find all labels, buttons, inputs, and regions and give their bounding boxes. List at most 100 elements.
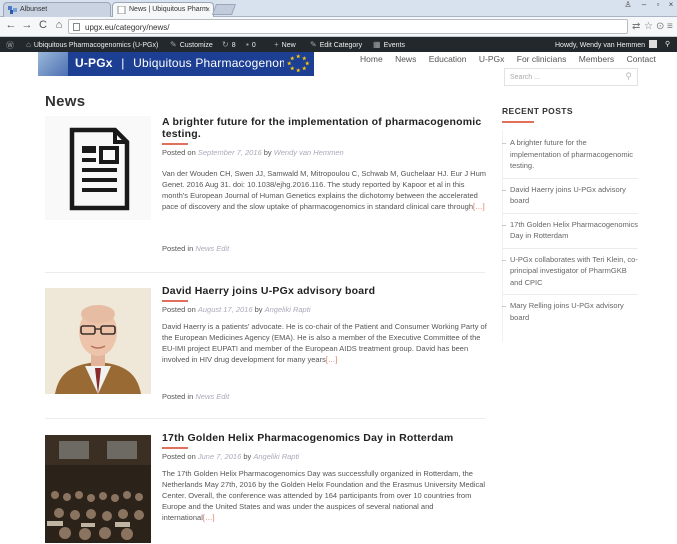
post-thumbnail[interactable] [45,116,151,220]
admin-customize-link[interactable]: ✎ Customize [170,40,213,49]
post-author[interactable]: Wendy van Hemmen [274,148,344,157]
post-excerpt: Van der Wouden CH, Swen JJ, Samwald M, M… [162,169,487,211]
conference-photo [45,435,151,543]
page-info-icon [73,23,80,31]
read-more-link[interactable]: […] [473,202,485,211]
post-categories: Posted in News Edit [162,244,230,253]
nav-upgx[interactable]: U-PGx [479,54,505,64]
search-icon[interactable]: ⚲ [625,71,632,82]
title-underline [162,300,188,302]
site-favicon-icon [8,6,17,14]
post-thumbnail[interactable] [45,288,151,394]
url-text: upgx.eu/category/news/ [85,23,170,32]
menu-icon[interactable]: ≡ [667,21,673,32]
read-more-link[interactable]: […] [203,513,215,522]
browser-toolbar: ← → C ⌂ upgx.eu/category/news/ ⇄ ☆ ⊙ ≡ [0,17,677,37]
post-author[interactable]: Angeliki Rapti [265,305,311,314]
title-underline [162,143,188,145]
extension-icon[interactable]: ⊙ [656,21,664,32]
search-input[interactable]: Search ... ⚲ [504,68,638,86]
post-date[interactable]: September 7, 2016 [198,148,262,157]
recent-post-link[interactable]: – Mary Relling joins U-PGx advisory board [502,295,638,329]
close-tab-icon[interactable]: × [205,5,210,14]
bookmark-star-icon[interactable]: ☆ [644,21,653,32]
nav-home[interactable]: Home [360,54,383,64]
tab-label: Albunset [20,6,48,13]
admin-new-link[interactable]: + New [274,40,296,49]
nav-contact[interactable]: Contact [627,54,656,64]
admin-edit-category-link[interactable]: ✎ Edit Category [310,40,362,49]
post-title[interactable]: David Haerry joins U-PGx advisory board [162,285,488,297]
admin-events-link[interactable]: ▦ Events [373,40,405,49]
recent-post-link[interactable]: –17th Golden Helix Pharmacogenomics Day … [502,214,638,249]
category-link[interactable]: News [195,244,214,253]
post-title[interactable]: 17th Golden Helix Pharmacogenomics Day i… [162,432,488,444]
avatar [649,40,657,48]
recent-post-link[interactable]: – David Haerry joins U-PGx advisory board [502,179,638,214]
post-item: A brighter future for the implementation… [45,116,488,266]
post-title[interactable]: A brighter future for the implementation… [162,116,488,140]
admin-search-icon[interactable]: ⚲ [665,40,670,48]
edit-link[interactable]: Edit [216,244,229,253]
browser-window: Albunset News | Ubiquitous Pharm × ♙ – ▫… [0,0,677,544]
nav-for-clinicians[interactable]: For clinicians [517,54,567,64]
nav-education[interactable]: Education [429,54,467,64]
reload-icon[interactable]: C [36,19,50,31]
post-body: 17th Golden Helix Pharmacogenomics Day i… [162,432,488,523]
post-date[interactable]: August 17, 2016 [198,305,253,314]
sidebar-heading: RECENT POSTS [502,106,573,116]
brush-icon: ✎ [170,40,177,49]
post-separator [45,272,485,273]
admin-comments-link[interactable]: ▪ 0 [246,40,256,49]
post-excerpt: The 17th Golden Helix Pharmacogenomics D… [162,469,486,522]
nav-news[interactable]: News [395,54,416,64]
eu-flag-icon: ★ ★ ★ ★ ★ ★ ★ ★ [284,53,312,75]
post-excerpt: David Haerry is a patients' advocate. He… [162,322,487,364]
wp-admin-bar: Ⓦ ⌂ Ubiquitous Pharmacogenomics (U-PGx) ✎… [0,37,677,52]
post-categories: Posted in News Edit [162,392,230,401]
close-window-icon[interactable]: × [663,0,677,9]
post-item: David Haerry joins U-PGx advisory board … [45,285,488,415]
page-favicon-icon [117,6,126,14]
wordpress-logo-icon[interactable]: Ⓦ [6,40,17,51]
site-logo[interactable]: U-PGx | Ubiquitous Pharmacogenomics ★ ★ ★ … [38,52,314,76]
plus-icon: + [274,40,279,49]
edit-link[interactable]: Edit [216,392,229,401]
comment-icon: ▪ [246,40,249,49]
admin-account-link[interactable]: Howdy, Wendy van Hemmen [555,40,657,49]
recent-post-link[interactable]: – U-PGx collaborates with Teri Klein, co-… [502,249,638,295]
title-underline [162,447,188,449]
admin-updates-link[interactable]: ↻ 8 [222,40,236,49]
tab-label: News | Ubiquitous Pharm [129,6,208,13]
post-thumbnail[interactable] [45,435,151,543]
address-bar[interactable]: upgx.eu/category/news/ [68,19,628,34]
tab-albunset[interactable]: Albunset [3,2,111,17]
translate-icon[interactable]: ⇄ [632,21,640,32]
new-tab-button[interactable] [211,4,237,15]
recent-post-link[interactable]: – A brighter future for the implementatio… [502,132,638,179]
post-body: David Haerry joins U-PGx advisory board … [162,285,488,365]
main-navigation: Home News Education U-PGx For clinicians… [360,54,666,64]
pencil-icon: ✎ [310,40,317,49]
back-icon[interactable]: ← [4,19,18,31]
forward-icon[interactable]: → [20,19,34,31]
post-item: 17th Golden Helix Pharmacogenomics Day i… [45,432,485,544]
home-icon[interactable]: ⌂ [52,19,66,31]
post-author[interactable]: Angeliki Rapti [253,452,299,461]
logo-graphic [38,52,68,76]
updates-icon: ↻ [222,40,229,49]
post-meta: Posted on June 7, 2016 by Angeliki Rapti [162,452,300,461]
user-profile-icon[interactable]: ♙ [620,0,636,9]
tab-news[interactable]: News | Ubiquitous Pharm × [112,2,214,17]
document-icon [69,127,130,211]
post-date[interactable]: June 7, 2016 [198,452,241,461]
post-meta: Posted on September 7, 2016 by Wendy van… [162,148,344,157]
page-title: News [45,93,86,110]
recent-posts-list: – A brighter future for the implementatio… [502,132,638,329]
nav-members[interactable]: Members [579,54,614,64]
category-link[interactable]: News [195,392,214,401]
post-body: A brighter future for the implementation… [162,116,488,212]
post-separator [45,418,485,419]
read-more-link[interactable]: […] [326,355,338,364]
admin-site-link[interactable]: ⌂ Ubiquitous Pharmacogenomics (U-PGx) [26,40,158,49]
